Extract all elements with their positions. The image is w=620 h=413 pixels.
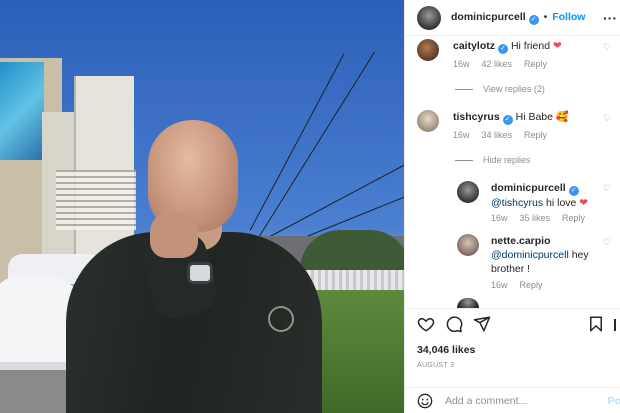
post-comment-button[interactable]: Po xyxy=(608,395,620,407)
commenter-avatar[interactable] xyxy=(417,39,439,61)
commenter-username[interactable]: caitylotz xyxy=(453,40,495,52)
overflow-edge-icon xyxy=(614,319,620,331)
more-horizontal-icon[interactable]: ··· xyxy=(603,10,617,26)
comment-text: Hi Babe xyxy=(515,111,553,123)
like-comment-icon[interactable]: ♡ xyxy=(603,42,611,53)
reply-meta: 16w 35 likes Reply xyxy=(491,213,597,223)
smiling-hearts-emoji: 🥰 xyxy=(555,111,569,123)
verified-badge-icon: ✓ xyxy=(568,186,579,196)
verified-badge-icon: ✓ xyxy=(498,44,509,54)
comment-text-row: tishcyrus ✓ Hi Babe 🥰 xyxy=(453,110,569,125)
post-date[interactable]: AUGUST 3 xyxy=(417,362,454,369)
reply-mention[interactable]: @tishcyrus xyxy=(491,197,543,209)
reply-button[interactable]: Reply xyxy=(524,59,547,69)
like-comment-icon[interactable]: ♡ xyxy=(603,113,611,124)
separator-dot: • xyxy=(543,12,548,23)
post-sidebar: dominicpurcell ✓ • Follow ··· caitylotz ✓ Hi… xyxy=(404,0,620,413)
author-row: dominicpurcell ✓ • Follow xyxy=(451,11,585,25)
heart-icon[interactable] xyxy=(417,315,435,333)
add-comment-input[interactable] xyxy=(445,395,585,407)
comment-age[interactable]: 16w xyxy=(453,130,470,140)
comment-item: tishcyrus ✓ Hi Babe 🥰 16w 34 likes Reply ♡ … xyxy=(405,108,620,168)
reply-text-row: dominicpurcell ✓ @tishcyrus hi love ❤ xyxy=(491,181,611,210)
staircase xyxy=(56,170,136,230)
view-replies-label: View replies (2) xyxy=(483,84,545,94)
reply-item: nette.carpio @dominicpurcell hey brother… xyxy=(405,232,620,294)
reply-button[interactable]: Reply xyxy=(520,280,543,290)
reply-item: dominicpurcell ✓ @tishcyrus hi love ❤ 16w… xyxy=(405,178,620,226)
commenter-avatar[interactable] xyxy=(417,110,439,132)
replier-avatar[interactable] xyxy=(457,234,479,256)
reply-age[interactable]: 16w xyxy=(491,280,508,290)
like-reply-icon[interactable]: ♡ xyxy=(603,183,611,194)
emoji-icon[interactable] xyxy=(417,393,433,409)
replier-username[interactable]: dominicpurcell xyxy=(491,182,566,194)
likes-count[interactable]: 34,046 likes xyxy=(417,344,475,356)
comment-meta: 16w 34 likes Reply xyxy=(453,130,559,140)
author-avatar[interactable] xyxy=(417,6,441,30)
commenter-username[interactable]: tishcyrus xyxy=(453,111,500,123)
comment-likes[interactable]: 42 likes xyxy=(482,59,513,69)
verified-badge-icon: ✓ xyxy=(502,115,513,125)
reply-mention[interactable]: @dominicpurcell xyxy=(491,249,569,261)
hide-replies-label: Hide replies xyxy=(483,155,531,165)
replier-avatar[interactable] xyxy=(457,181,479,203)
comment-text-row: caitylotz ✓ Hi friend ❤ xyxy=(453,39,562,54)
building-mural xyxy=(0,62,44,160)
verified-badge-icon: ✓ xyxy=(528,15,539,25)
share-icon[interactable] xyxy=(473,315,491,333)
comment-icon[interactable] xyxy=(445,315,463,333)
comment-item: caitylotz ✓ Hi friend ❤ 16w 42 likes Reply … xyxy=(405,36,620,106)
replier-username[interactable]: nette.carpio xyxy=(491,235,551,247)
like-reply-icon[interactable]: ♡ xyxy=(603,237,611,248)
post-header: dominicpurcell ✓ • Follow ··· xyxy=(405,0,620,36)
heart-emoji: ❤ xyxy=(579,197,589,209)
reply-button[interactable]: Reply xyxy=(562,213,585,223)
replies-divider xyxy=(455,160,473,162)
comment-composer: Po xyxy=(405,387,620,413)
follow-button[interactable]: Follow xyxy=(552,11,585,23)
post-photo[interactable] xyxy=(0,0,404,413)
view-replies-toggle[interactable]: View replies (2) xyxy=(455,84,545,94)
bookmark-icon[interactable] xyxy=(587,315,605,333)
reply-likes[interactable]: 35 likes xyxy=(520,213,551,223)
post-actions xyxy=(405,308,620,338)
comment-age[interactable]: 16w xyxy=(453,59,470,69)
reply-meta: 16w Reply xyxy=(491,280,555,290)
person-hand xyxy=(150,212,198,258)
author-username[interactable]: dominicpurcell xyxy=(451,11,526,23)
replies-divider xyxy=(455,89,473,91)
reply-text-row: nette.carpio @dominicpurcell hey brother… xyxy=(491,234,609,276)
hide-replies-toggle[interactable]: Hide replies xyxy=(455,155,531,165)
reply-age[interactable]: 16w xyxy=(491,213,508,223)
comment-text: Hi friend xyxy=(510,40,551,52)
wristwatch xyxy=(187,262,213,284)
comment-likes[interactable]: 34 likes xyxy=(482,130,513,140)
next-comment-avatar xyxy=(457,298,479,308)
comment-meta: 16w 42 likes Reply xyxy=(453,59,559,69)
reply-text: hi love xyxy=(546,197,577,209)
reply-button[interactable]: Reply xyxy=(524,130,547,140)
heart-emoji: ❤ xyxy=(552,40,562,52)
